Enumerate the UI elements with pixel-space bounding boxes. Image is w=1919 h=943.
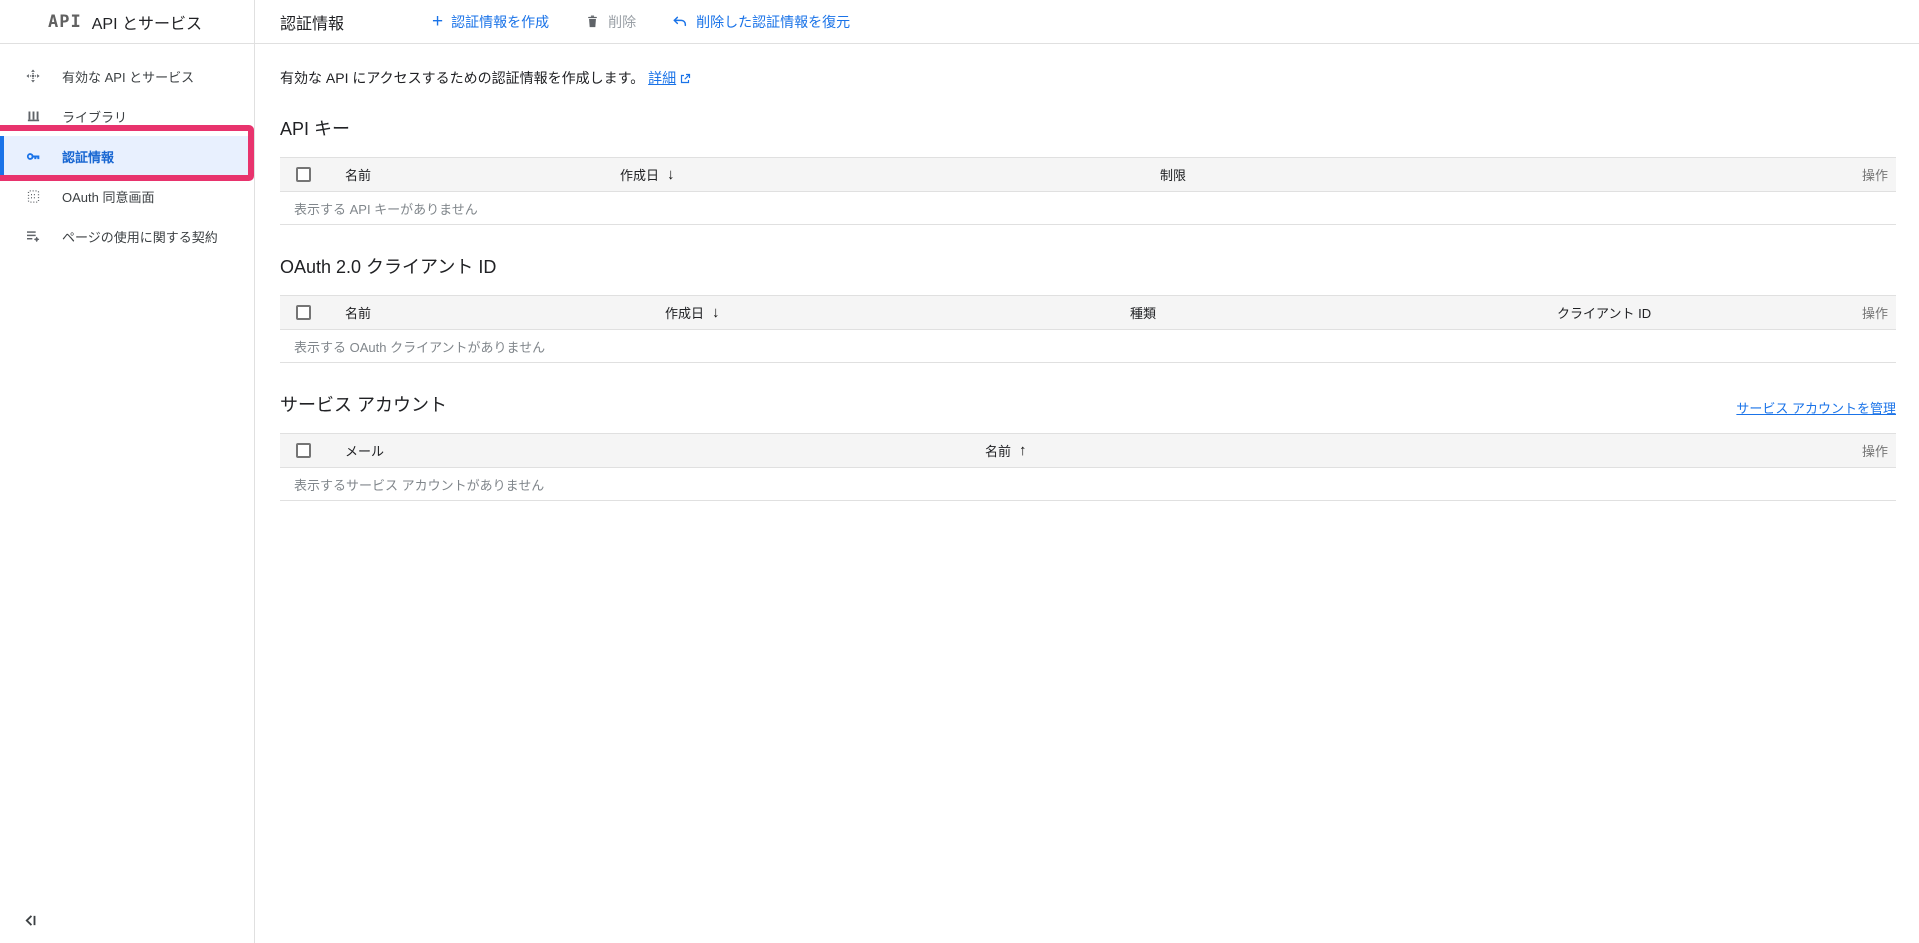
undo-icon xyxy=(672,14,688,30)
topbar: 認証情報 + 認証情報を作成 削除 削除した認証情報を復元 xyxy=(255,0,1919,44)
column-created-sort[interactable]: 作成日 ↓ xyxy=(665,303,1130,322)
column-name: 名前 xyxy=(345,306,372,321)
external-link-icon xyxy=(679,73,691,85)
sidebar-item-label: 有効な API とサービス xyxy=(62,69,195,85)
library-icon xyxy=(25,108,41,124)
sidebar-item-label: ライブラリ xyxy=(62,109,128,125)
service-accounts-empty-row: 表示するサービス アカウントがありません xyxy=(280,468,1896,501)
column-actions: 操作 xyxy=(1861,444,1888,459)
column-email: メール xyxy=(345,444,385,459)
service-accounts-title: サービス アカウント xyxy=(280,395,448,415)
intro-text: 有効な API にアクセスするための認証情報を作成します。 詳細 xyxy=(280,68,1896,88)
main-area: 認証情報 + 認証情報を作成 削除 削除した認証情報を復元 有効な API にア… xyxy=(255,0,1919,943)
api-keys-table: 名前 作成日 ↓ 制限 操作 表示する API キーがありません xyxy=(280,157,1896,225)
api-logo: API xyxy=(48,11,82,32)
sidebar-item-enabled-apis[interactable]: 有効な API とサービス xyxy=(0,56,254,96)
select-all-cell xyxy=(280,167,328,182)
column-actions: 操作 xyxy=(1861,306,1888,321)
gcp-apis-services-page: API API とサービス 有効な API とサービス ライブラリ 認証情報 O… xyxy=(0,0,1919,943)
learn-more-link[interactable]: 詳細 xyxy=(648,70,691,86)
service-accounts-header-row: メール 名前 ↑ 操作 xyxy=(280,434,1896,468)
api-keys-title: API キー xyxy=(280,119,351,139)
column-client-id: クライアント ID xyxy=(1557,306,1652,321)
sidebar-item-label: ページの使用に関する契約 xyxy=(62,229,218,245)
select-all-checkbox[interactable] xyxy=(296,167,311,182)
create-credentials-button[interactable]: + 認証情報を作成 xyxy=(432,12,549,32)
sidebar-item-label: 認証情報 xyxy=(62,149,115,165)
api-keys-section: API キー 名前 作成日 ↓ 制限 操作 表示する API キーがありません xyxy=(280,115,1896,225)
plus-icon: + xyxy=(432,11,444,32)
delete-button[interactable]: 削除 xyxy=(585,12,636,32)
service-accounts-table: メール 名前 ↑ 操作 表示するサービス アカウントがありません xyxy=(280,433,1896,501)
page-usage-agreements-icon xyxy=(25,228,41,244)
sidebar-item-oauth-consent[interactable]: OAuth 同意画面 xyxy=(0,176,254,216)
sort-desc-icon: ↓ xyxy=(712,304,720,321)
column-actions: 操作 xyxy=(1861,168,1888,183)
api-keys-empty-row: 表示する API キーがありません xyxy=(280,192,1896,225)
content: 有効な API にアクセスするための認証情報を作成します。 詳細 API キー … xyxy=(255,44,1919,501)
column-type: 種類 xyxy=(1130,306,1157,321)
trash-icon xyxy=(585,14,600,29)
collapse-sidebar-icon xyxy=(24,914,37,927)
sidebar-header: API API とサービス xyxy=(0,0,254,44)
column-restrictions: 制限 xyxy=(1160,168,1187,183)
service-accounts-section: サービス アカウント サービス アカウントを管理 メール 名前 ↑ 操作 表示す… xyxy=(280,391,1896,501)
collapse-sidebar-button[interactable] xyxy=(22,912,39,929)
select-all-checkbox[interactable] xyxy=(296,305,311,320)
manage-service-accounts-link[interactable]: サービス アカウントを管理 xyxy=(1736,398,1896,417)
column-name-sort[interactable]: 名前 ↑ xyxy=(985,441,1836,460)
enabled-apis-icon xyxy=(25,68,41,84)
oauth-clients-header-row: 名前 作成日 ↓ 種類 クライアント ID 操作 xyxy=(280,296,1896,330)
sidebar-title: API とサービス xyxy=(91,15,202,33)
sidebar-item-library[interactable]: ライブラリ xyxy=(0,96,254,136)
select-all-checkbox[interactable] xyxy=(296,443,311,458)
page-title: 認証情報 xyxy=(280,15,345,33)
sidebar-item-page-usage-agreements[interactable]: ページの使用に関する契約 xyxy=(0,216,254,256)
sort-desc-icon: ↓ xyxy=(667,166,675,183)
oauth-clients-section: OAuth 2.0 クライアント ID 名前 作成日 ↓ 種類 クライアント I xyxy=(280,253,1896,363)
restore-deleted-credentials-button[interactable]: 削除した認証情報を復元 xyxy=(672,12,850,32)
select-all-cell xyxy=(280,443,328,458)
column-created-sort[interactable]: 作成日 ↓ xyxy=(620,165,1160,184)
oauth-clients-empty-row: 表示する OAuth クライアントがありません xyxy=(280,330,1896,363)
sidebar-item-credentials[interactable]: 認証情報 xyxy=(0,136,254,176)
sidebar: API API とサービス 有効な API とサービス ライブラリ 認証情報 O… xyxy=(0,0,255,943)
sidebar-item-label: OAuth 同意画面 xyxy=(62,189,155,205)
api-keys-header-row: 名前 作成日 ↓ 制限 操作 xyxy=(280,158,1896,192)
oauth-clients-table: 名前 作成日 ↓ 種類 クライアント ID 操作 表示する OAuth クライア… xyxy=(280,295,1896,363)
select-all-cell xyxy=(280,305,328,320)
sort-asc-icon: ↑ xyxy=(1019,442,1027,459)
sidebar-nav: 有効な API とサービス ライブラリ 認証情報 OAuth 同意画面 ページの… xyxy=(0,44,254,256)
oauth-consent-icon xyxy=(25,188,41,204)
column-name: 名前 xyxy=(345,168,372,183)
oauth-clients-title: OAuth 2.0 クライアント ID xyxy=(280,257,497,277)
key-icon xyxy=(25,148,41,164)
